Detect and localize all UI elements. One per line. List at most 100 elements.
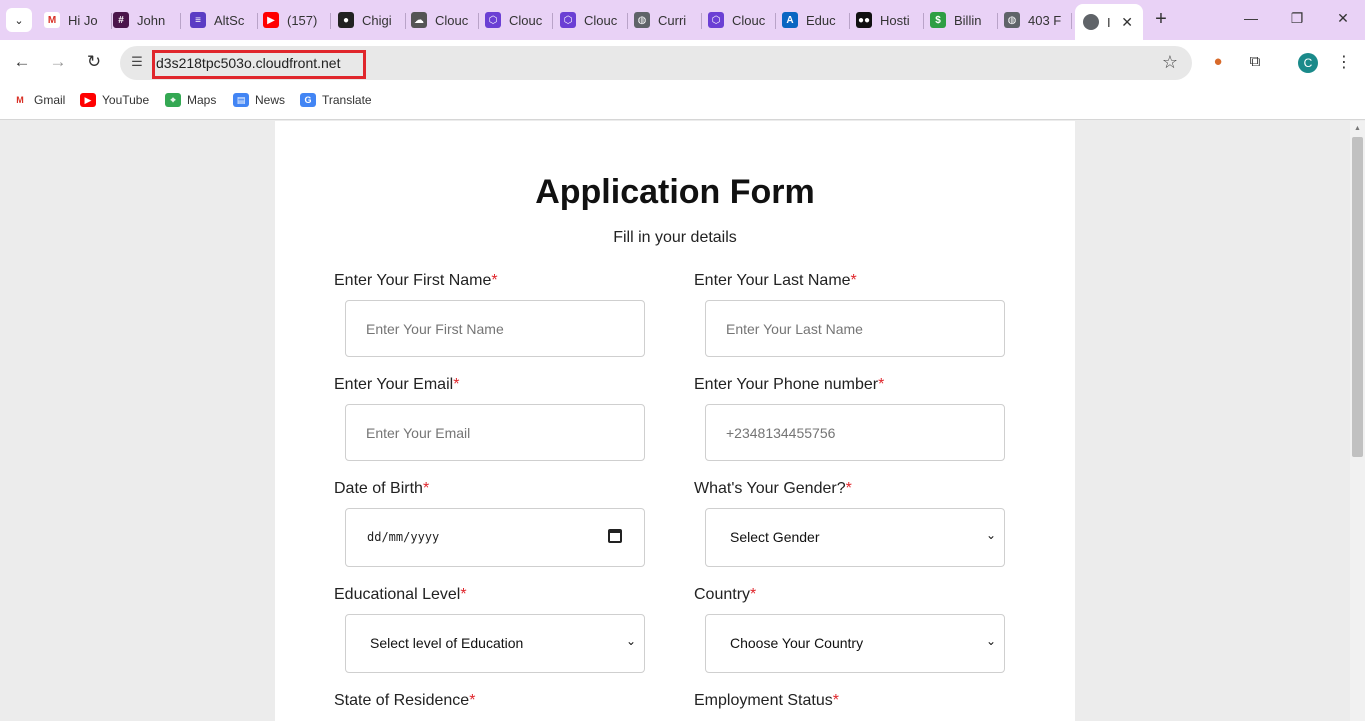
puzzle-icon[interactable]: ⧉ xyxy=(1245,53,1265,73)
tab-item[interactable]: ◍ 403 F xyxy=(1004,6,1072,34)
email-field[interactable]: Enter Your Email xyxy=(345,404,645,461)
required-mark: * xyxy=(491,272,498,289)
placeholder: +2348134455756 xyxy=(726,425,836,441)
select-value: Select Gender xyxy=(730,529,820,545)
gender-select[interactable]: Select Gender ⌄ xyxy=(705,508,1005,567)
tab-separator xyxy=(1071,13,1072,29)
tab-search-button[interactable]: ⌄ xyxy=(6,8,32,32)
state-label: State of Residence* xyxy=(334,692,476,709)
hexagon-icon: ⬡ xyxy=(708,12,724,28)
tab-item[interactable]: ⬡ Clouc xyxy=(560,6,628,34)
page-title: Application Form xyxy=(535,173,815,211)
bookmark-youtube[interactable]: ▶ YouTube xyxy=(80,93,149,107)
tab-item[interactable]: ☁ Clouc xyxy=(411,6,479,34)
email-label: Enter Your Email* xyxy=(334,376,460,393)
last-name-label: Enter Your Last Name* xyxy=(694,272,857,289)
translate-icon: G xyxy=(300,93,316,107)
first-name-label: Enter Your First Name* xyxy=(334,272,498,289)
tab-label: AltSc xyxy=(214,12,245,28)
tab-label: Clouc xyxy=(435,12,469,28)
tab-separator xyxy=(180,13,181,29)
azure-icon: A xyxy=(782,12,798,28)
extension-icon[interactable]: ● xyxy=(1208,53,1228,73)
calendar-icon[interactable] xyxy=(608,529,622,543)
tab-item[interactable]: # John xyxy=(113,6,181,34)
address-bar[interactable]: ☰ d3s218tpc503o.cloudfront.net ☆ xyxy=(120,46,1192,80)
new-tab-button[interactable]: + xyxy=(1150,8,1172,30)
tab-item[interactable]: ≡ AltSc xyxy=(190,6,258,34)
last-name-input[interactable]: Enter Your Last Name xyxy=(705,300,1005,357)
tab-label: Hi Jo xyxy=(68,12,98,28)
url-text[interactable]: d3s218tpc503o.cloudfront.net xyxy=(156,55,340,71)
site-info-icon[interactable]: ☰ xyxy=(128,54,146,72)
tab-label: Hosti xyxy=(880,12,910,28)
hexagon-icon: ⬡ xyxy=(560,12,576,28)
cloud-icon: ☁ xyxy=(411,12,427,28)
tab-item[interactable]: ⬡ Clouc xyxy=(485,6,553,34)
avatar[interactable]: C xyxy=(1298,53,1318,73)
placeholder: Enter Your First Name xyxy=(366,321,504,337)
tab-item[interactable]: $ Billin xyxy=(930,6,998,34)
tab-item[interactable]: ▶ (157) xyxy=(263,6,331,34)
medium-icon: ●● xyxy=(856,12,872,28)
reload-button[interactable]: ↻ xyxy=(84,52,104,72)
tab-item[interactable]: ● Chigi xyxy=(338,6,406,34)
bookmark-label: YouTube xyxy=(102,93,150,107)
gender-label: What's Your Gender?* xyxy=(694,480,852,497)
tab-item[interactable]: M Hi Jo xyxy=(44,6,112,34)
menu-kebab-icon[interactable]: ⋮ xyxy=(1336,52,1352,72)
tab-strip: ⌄ M Hi Jo # John ≡ AltSc ▶ (157) ● Chigi ☁ Clouc ⬡ Cl… xyxy=(0,0,1365,40)
tab-item[interactable]: ⬡ Clouc xyxy=(708,6,776,34)
tab-separator xyxy=(997,13,998,29)
bookmark-star-icon[interactable]: ☆ xyxy=(1162,52,1178,73)
tab-label: Clouc xyxy=(509,12,543,28)
country-select[interactable]: Choose Your Country ⌄ xyxy=(705,614,1005,673)
youtube-icon: ▶ xyxy=(263,12,279,28)
bookmark-news[interactable]: ▤ News xyxy=(233,93,285,107)
education-select[interactable]: Select level of Education ⌄ xyxy=(345,614,645,673)
bookmark-maps[interactable]: ⌖ Maps xyxy=(165,93,216,107)
tab-separator xyxy=(849,13,850,29)
tab-separator xyxy=(405,13,406,29)
tab-separator xyxy=(775,13,776,29)
billing-icon: $ xyxy=(930,12,946,28)
phone-field[interactable]: +2348134455756 xyxy=(705,404,1005,461)
restore-button[interactable]: ❐ xyxy=(1287,10,1307,27)
required-mark: * xyxy=(453,376,460,393)
tab-item[interactable]: A Educ xyxy=(782,6,850,34)
hexagon-icon: ⬡ xyxy=(485,12,501,28)
tab-label: Chigi xyxy=(362,12,392,28)
close-icon[interactable]: ✕ xyxy=(1121,14,1133,31)
minimize-button[interactable]: — xyxy=(1241,10,1261,26)
scroll-up-arrow-icon[interactable]: ▲ xyxy=(1354,125,1361,132)
chevron-down-icon: ⌄ xyxy=(985,634,996,648)
required-mark: * xyxy=(469,692,476,709)
scroll-thumb[interactable] xyxy=(1352,137,1363,457)
tab-separator xyxy=(257,13,258,29)
tab-label: 403 F xyxy=(1028,12,1062,28)
dob-date-input[interactable]: dd/mm/yyyy xyxy=(345,508,645,567)
required-mark: * xyxy=(422,480,430,497)
bookmark-gmail[interactable]: M Gmail xyxy=(12,93,65,107)
tab-item[interactable]: ●● Hosti xyxy=(856,6,924,34)
bookmark-label: Maps xyxy=(187,93,217,107)
phone-label: Enter Your Phone number* xyxy=(694,376,885,393)
required-mark: * xyxy=(845,480,852,497)
tab-active[interactable]: I ✕ xyxy=(1075,4,1143,40)
gmail-icon: M xyxy=(44,12,60,28)
tab-item[interactable]: ◍ Curri xyxy=(634,6,702,34)
github-icon: ● xyxy=(338,12,354,28)
first-name-input[interactable]: Enter Your First Name xyxy=(345,300,645,357)
globe-icon xyxy=(1083,14,1099,30)
back-button[interactable]: ← xyxy=(12,52,32,72)
gmail-icon: M xyxy=(12,93,28,107)
page-scrollbar[interactable]: ▲ xyxy=(1350,121,1365,721)
bookmark-label: News xyxy=(255,93,286,107)
tab-separator xyxy=(627,13,628,29)
forward-button[interactable]: → xyxy=(48,52,68,72)
close-window-button[interactable]: ✕ xyxy=(1333,10,1353,27)
chevron-down-icon: ⌄ xyxy=(985,528,996,542)
page-viewport: Application Form Fill in your details En… xyxy=(0,121,1350,721)
education-label: Educational Level* xyxy=(334,586,467,603)
bookmark-translate[interactable]: G Translate xyxy=(300,93,372,107)
